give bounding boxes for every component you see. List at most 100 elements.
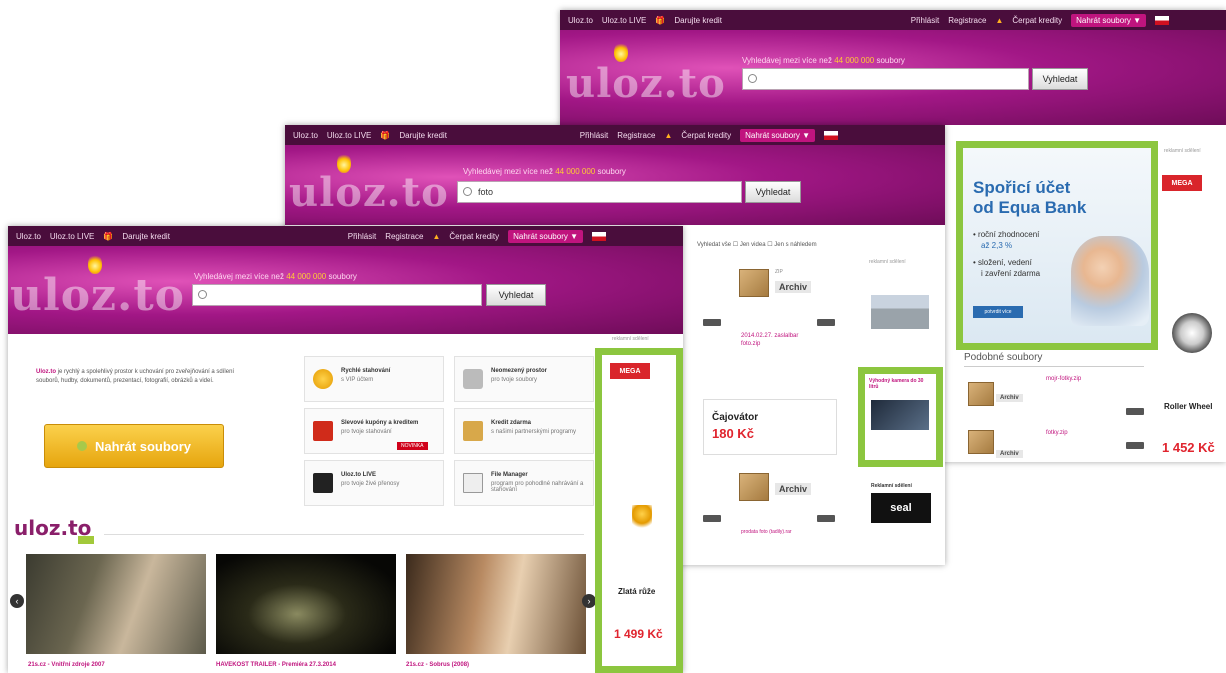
flag-icon[interactable] xyxy=(1155,15,1169,25)
nav-link-ulozto[interactable]: Uloz.to xyxy=(293,131,318,140)
search-input[interactable]: foto xyxy=(457,181,742,203)
nav-link-ulozto[interactable]: Uloz.to xyxy=(16,232,41,241)
search-input[interactable] xyxy=(742,68,1029,90)
video-thumb-1[interactable] xyxy=(26,554,206,654)
logo[interactable]: uloz.to xyxy=(566,60,726,107)
roller-name[interactable]: Roller Wheel xyxy=(1164,402,1212,411)
credit-icon: ▲ xyxy=(432,231,441,241)
download-button[interactable] xyxy=(1126,442,1144,449)
nav-link-ulozto[interactable]: Uloz.to xyxy=(568,16,593,25)
carousel-next-icon[interactable]: › xyxy=(582,594,596,608)
tea-ad[interactable]: Čajovátor 180 Kč xyxy=(703,399,837,455)
carousel-prev-icon[interactable]: ‹ xyxy=(10,594,24,608)
file-link-2[interactable]: prodata foto (tadily).rar xyxy=(741,529,792,535)
feature-file-manager[interactable]: File Manager program pro pohodlné nahrává… xyxy=(454,460,594,506)
coin-box-icon xyxy=(463,421,483,441)
upload-button[interactable]: Nahrát soubory xyxy=(44,424,224,468)
video-caption-1[interactable]: 21s.cz - Vnitřní zdroje 2007 xyxy=(28,662,105,668)
download-button[interactable] xyxy=(1126,408,1144,415)
equa-bullet-2: • složení, vedení xyxy=(973,258,1032,267)
intro-text: Uloz.to je rychlý a spolehlivý prostor k… xyxy=(36,369,235,384)
search-icon xyxy=(198,290,207,299)
upload-dropdown[interactable]: Nahrát soubory ▼ xyxy=(508,229,583,243)
zlata-ruze-ad[interactable]: MEGA Zlatá růže 1 499 Kč xyxy=(595,348,683,673)
file-link[interactable]: foto.zip xyxy=(741,341,760,347)
browser-window-front: Uloz.to Uloz.to LIVE 🎁 Darujte kredit Př… xyxy=(8,226,683,673)
video-thumb-3[interactable] xyxy=(406,554,586,654)
house-ad-image[interactable] xyxy=(871,295,929,329)
file-box-icon xyxy=(739,269,769,297)
nav-link-gift[interactable]: Darujte kredit xyxy=(122,232,170,241)
filter-bar[interactable]: Vyhledat vše ☐ Jen videa ☐ Jen s náhlede… xyxy=(697,241,817,248)
equa-bullet-1b: až 2,3 % xyxy=(981,241,1013,250)
register-link[interactable]: Registrace xyxy=(385,232,423,241)
file-ext: ZIP xyxy=(775,269,783,275)
feature-live[interactable]: Uloz.to LIVE pro tvoje živé přenosy xyxy=(304,460,444,506)
reklama-title: Reklamní sdělení xyxy=(871,483,912,489)
flag-icon[interactable] xyxy=(824,130,838,140)
upload-dropdown[interactable]: Nahrát soubory ▼ xyxy=(1071,13,1146,27)
file-box-icon xyxy=(968,430,994,454)
archiv-label: Archiv xyxy=(775,281,812,293)
mega-logo[interactable]: MEGA xyxy=(1162,175,1202,191)
family-photo xyxy=(1071,236,1149,326)
flag-icon[interactable] xyxy=(592,231,606,241)
download-button[interactable] xyxy=(703,319,721,326)
video-caption-3[interactable]: 21s.cz - Sobrus (2008) xyxy=(406,662,469,668)
similar-file-link-1[interactable]: mojr-fotky.zip xyxy=(1046,376,1081,382)
search-input[interactable] xyxy=(192,284,482,306)
search-button[interactable]: Vyhledat xyxy=(486,284,546,306)
video-caption-2[interactable]: HAVEKOST TRAILER - Premiéra 27.3.2014 xyxy=(216,662,336,668)
video-thumb-2[interactable] xyxy=(216,554,396,654)
equa-title-1: Spořicí účet xyxy=(973,178,1071,197)
equa-bank-ad[interactable]: Spořicí účet od Equa Bank • roční zhodno… xyxy=(956,141,1158,350)
similar-file-link-2[interactable]: fotky.zip xyxy=(1046,430,1068,436)
register-link[interactable]: Registrace xyxy=(948,16,986,25)
feature-fast-download[interactable]: Rychlé stahování s VIP účtem xyxy=(304,356,444,402)
roller-price[interactable]: 1 452 Kč xyxy=(1162,440,1215,455)
feature-unlimited-space[interactable]: Neomezený prostor pro tvoje soubory xyxy=(454,356,594,402)
register-link[interactable]: Registrace xyxy=(617,131,655,140)
credit-link[interactable]: Čerpat kredity xyxy=(1012,16,1062,25)
feature-coupons[interactable]: Slevové kupóny a kreditem pro tvoje staho… xyxy=(304,408,444,454)
disk-icon xyxy=(463,369,483,389)
nav-link-live[interactable]: Uloz.to LIVE xyxy=(602,16,646,25)
credit-link[interactable]: Čerpat kredity xyxy=(681,131,731,140)
login-link[interactable]: Přihlásit xyxy=(911,16,939,25)
feature-free-credit[interactable]: Kredit zdarma s našimi partnerskými progr… xyxy=(454,408,594,454)
ad-label: reklamní sdělení xyxy=(869,259,906,265)
ad-label-right: reklamní sdělení xyxy=(1164,148,1201,154)
equa-cta-button[interactable]: potvrdit více xyxy=(973,306,1023,318)
upload-icon xyxy=(76,441,87,451)
gift-icon: 🎁 xyxy=(655,15,666,25)
rose-name: Zlatá růže xyxy=(618,587,656,596)
login-link[interactable]: Přihlásit xyxy=(348,232,376,241)
camera-ad[interactable]: Výhodný kamera do 30 litrů xyxy=(858,367,943,467)
nav-link-gift[interactable]: Darujte kredit xyxy=(674,16,722,25)
site-header: uloz.to Vyhledávej mezi více než 44 000 … xyxy=(560,30,1226,125)
gift-icon: 🎁 xyxy=(103,231,114,241)
logo[interactable]: uloz.to xyxy=(10,270,185,321)
roller-wheel-image xyxy=(1172,313,1212,353)
archiv-label: Archiv xyxy=(775,483,812,495)
top-navigation: Uloz.to Uloz.to LIVE 🎁 Darujte kredit Př… xyxy=(8,226,683,246)
logo[interactable]: uloz.to xyxy=(289,169,449,216)
file-box-icon xyxy=(739,473,769,501)
login-link[interactable]: Přihlásit xyxy=(580,131,608,140)
upload-dropdown[interactable]: Nahrát soubory ▼ xyxy=(740,128,815,142)
novinka-badge: NOVINKA xyxy=(397,442,428,450)
download-button[interactable] xyxy=(817,515,835,522)
archiv-label: Archiv xyxy=(996,394,1023,402)
seal-ad[interactable]: seal xyxy=(871,493,931,523)
nav-link-live[interactable]: Uloz.to LIVE xyxy=(50,232,94,241)
download-button[interactable] xyxy=(703,515,721,522)
search-icon xyxy=(748,74,757,83)
credit-link[interactable]: Čerpat kredity xyxy=(449,232,499,241)
rose-icon xyxy=(632,505,652,535)
nav-link-gift[interactable]: Darujte kredit xyxy=(399,131,447,140)
search-button[interactable]: Vyhledat xyxy=(745,181,801,203)
file-card-1[interactable]: ZIP Archiv xyxy=(735,261,825,321)
download-button[interactable] xyxy=(817,319,835,326)
nav-link-live[interactable]: Uloz.to LIVE xyxy=(327,131,371,140)
search-button[interactable]: Vyhledat xyxy=(1032,68,1088,90)
